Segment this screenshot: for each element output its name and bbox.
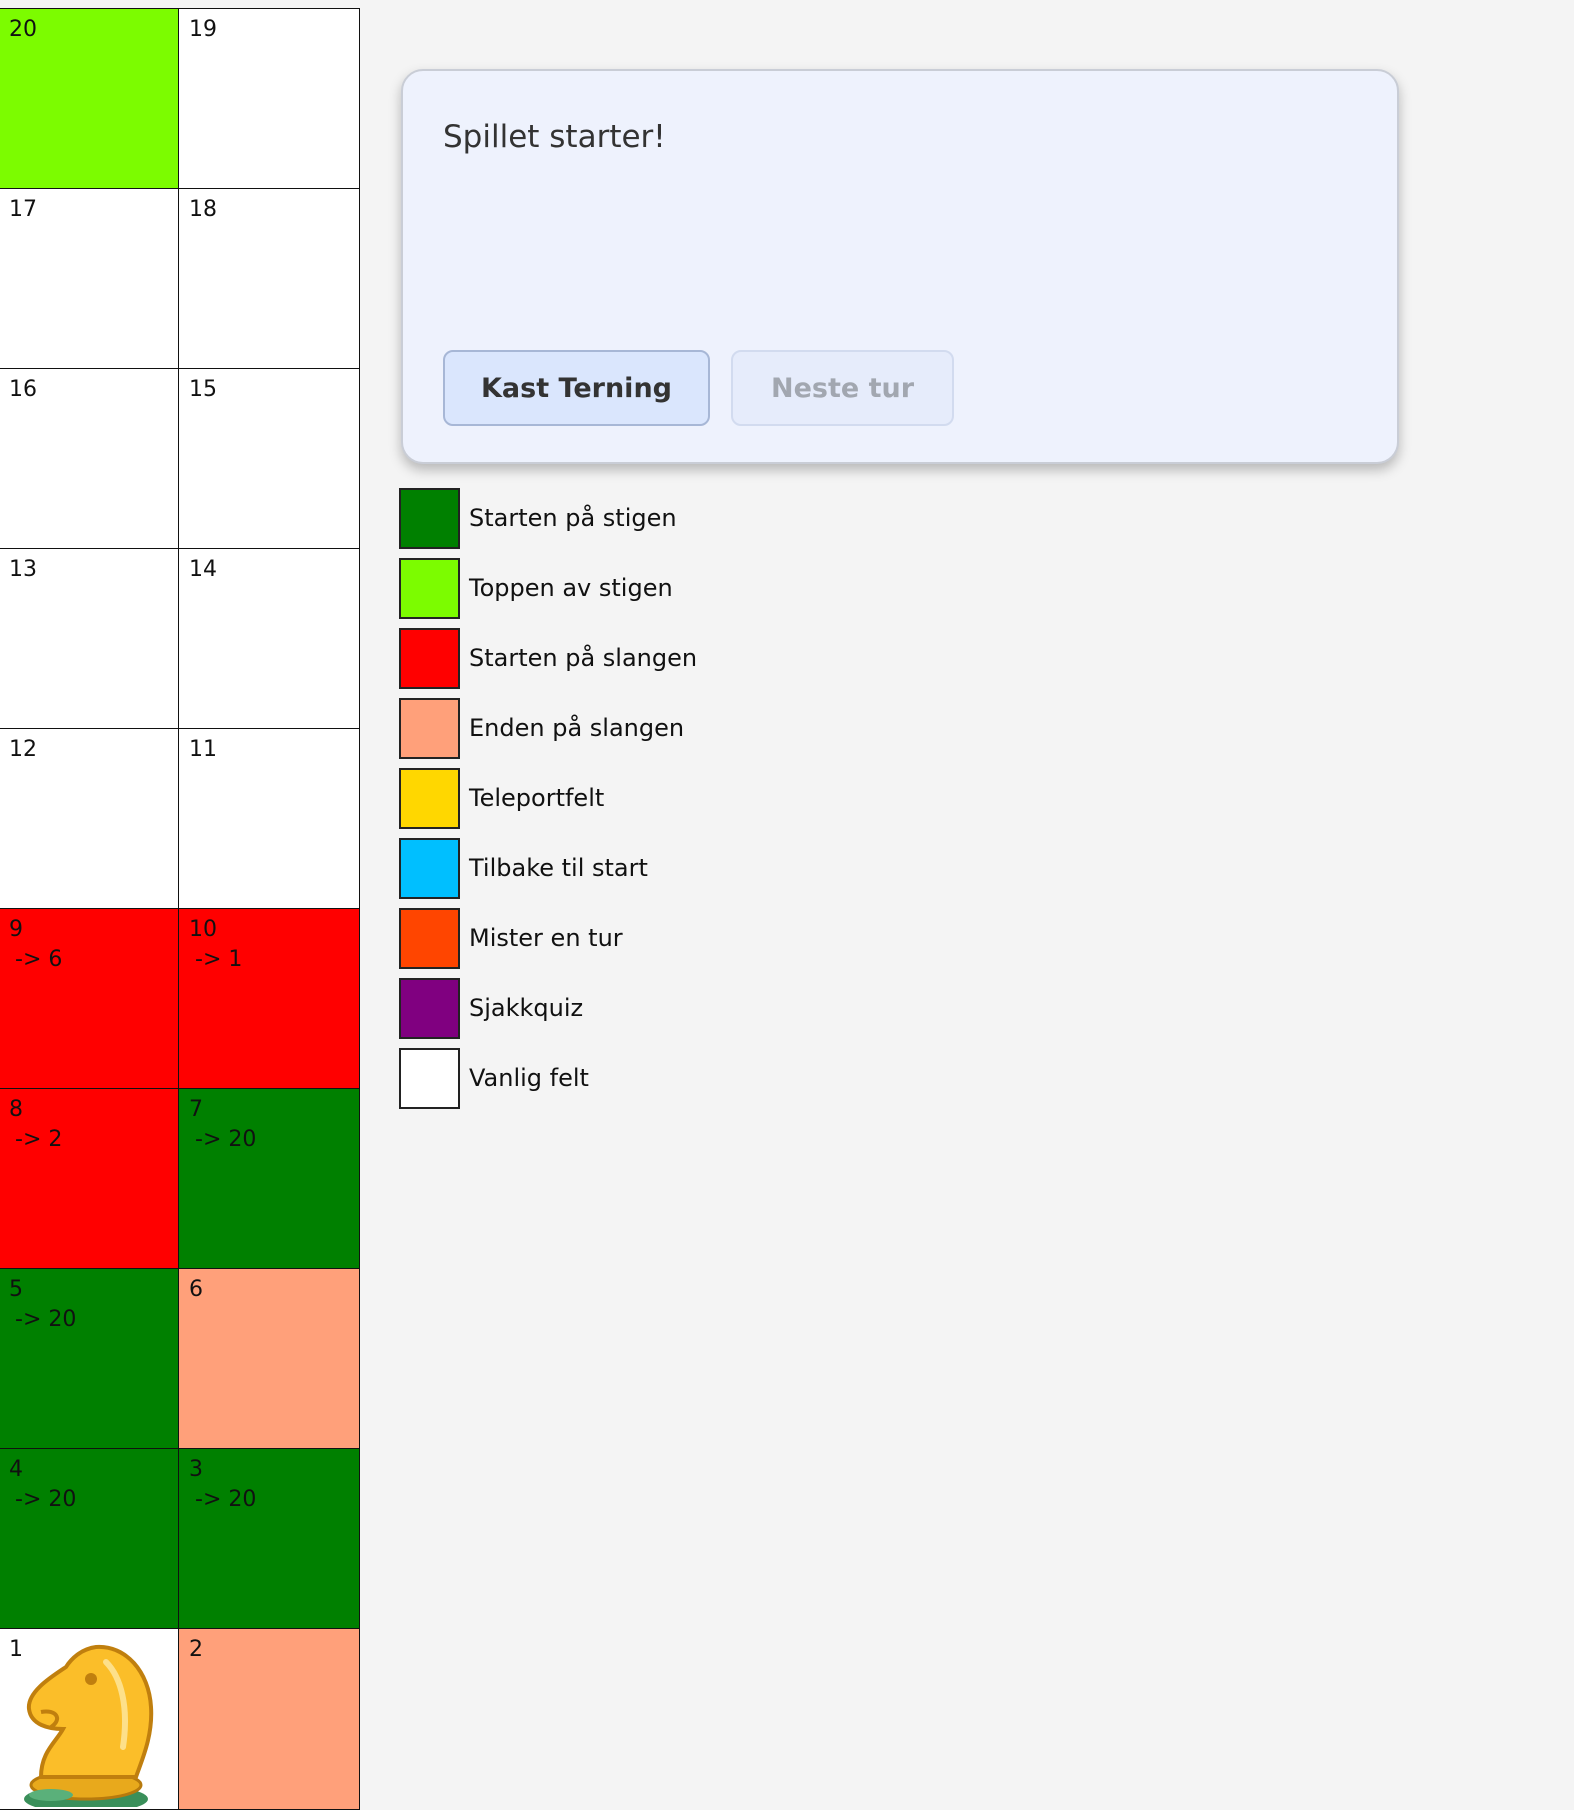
legend-item: Mister en tur — [399, 908, 799, 970]
legend-item: Toppen av stigen — [399, 558, 799, 620]
cell-number: 4 — [9, 1457, 23, 1482]
board-cell-4: 4 -> 20 — [0, 1448, 180, 1630]
legend-label: Starten på slangen — [469, 644, 698, 672]
legend-label: Tilbake til start — [469, 854, 648, 882]
board-cell-14: 14 — [178, 548, 360, 730]
next-turn-button[interactable]: Neste tur — [731, 350, 954, 426]
roll-dice-button[interactable]: Kast Terning — [443, 350, 710, 426]
legend-item: Enden på slangen — [399, 698, 799, 760]
board-cell-8: 8 -> 2 — [0, 1088, 180, 1270]
cell-number: 2 — [189, 1637, 203, 1662]
cell-jump-target: -> 20 — [195, 1487, 257, 1512]
cell-jump-target: -> 20 — [195, 1127, 257, 1152]
cell-number: 15 — [189, 377, 217, 402]
board-cell-2: 2 — [178, 1628, 360, 1810]
board-cell-12: 12 — [0, 728, 180, 910]
board-cell-3: 3 -> 20 — [178, 1448, 360, 1630]
legend-swatch — [399, 908, 460, 969]
cell-jump-target: -> 2 — [15, 1127, 63, 1152]
legend-swatch — [399, 558, 460, 619]
board-cell-17: 17 — [0, 188, 180, 370]
cell-jump-target: -> 20 — [15, 1307, 77, 1332]
board-cell-9: 9 -> 6 — [0, 908, 180, 1090]
cell-number: 9 — [9, 917, 23, 942]
legend-swatch — [399, 1048, 460, 1109]
cell-jump-target: -> 6 — [15, 947, 63, 972]
cell-number: 14 — [189, 557, 217, 582]
legend-swatch — [399, 768, 460, 829]
board-cell-20: 20 — [0, 8, 180, 190]
legend-swatch — [399, 628, 460, 689]
cell-number: 12 — [9, 737, 37, 762]
board-cell-10: 10 -> 1 — [178, 908, 360, 1090]
legend-label: Mister en tur — [469, 924, 623, 952]
cell-number: 5 — [9, 1277, 23, 1302]
cell-number: 8 — [9, 1097, 23, 1122]
knight-piece-icon[interactable] — [11, 1637, 161, 1809]
board-cell-11: 11 — [178, 728, 360, 910]
board-cell-19: 19 — [178, 8, 360, 190]
board-cell-1: 1 — [0, 1628, 180, 1810]
cell-number: 18 — [189, 197, 217, 222]
legend-label: Enden på slangen — [469, 714, 685, 742]
cell-number: 10 — [189, 917, 217, 942]
cell-jump-target: -> 1 — [195, 947, 243, 972]
game-board: 20 19 17 18 16 15 13 14 12 11 9 -> 6 10 -> 1 8 -> 2 7 -> … — [0, 8, 360, 1810]
legend-item: Vanlig felt — [399, 1048, 799, 1110]
legend-item: Starten på slangen — [399, 628, 799, 690]
legend-swatch — [399, 698, 460, 759]
legend-label: Toppen av stigen — [469, 574, 673, 602]
legend-item: Tilbake til start — [399, 838, 799, 900]
legend-swatch — [399, 978, 460, 1039]
legend-label: Sjakkquiz — [469, 994, 584, 1022]
cell-number: 13 — [9, 557, 37, 582]
legend-item: Teleportfelt — [399, 768, 799, 830]
board-cell-18: 18 — [178, 188, 360, 370]
board-cell-6: 6 — [178, 1268, 360, 1450]
legend-item: Sjakkquiz — [399, 978, 799, 1040]
cell-number: 20 — [9, 17, 37, 42]
board-cell-13: 13 — [0, 548, 180, 730]
cell-number: 6 — [189, 1277, 203, 1302]
legend-label: Teleportfelt — [469, 784, 605, 812]
cell-number: 17 — [9, 197, 37, 222]
cell-number: 16 — [9, 377, 37, 402]
legend-swatch — [399, 488, 460, 549]
legend-label: Starten på stigen — [469, 504, 677, 532]
board-cell-7: 7 -> 20 — [178, 1088, 360, 1270]
cell-number: 11 — [189, 737, 217, 762]
legend-label: Vanlig felt — [469, 1064, 589, 1092]
board-cell-5: 5 -> 20 — [0, 1268, 180, 1450]
legend-swatch — [399, 838, 460, 899]
cell-number: 3 — [189, 1457, 203, 1482]
status-message: Spillet starter! — [443, 119, 666, 155]
cell-number: 7 — [189, 1097, 203, 1122]
legend-item: Starten på stigen — [399, 488, 799, 550]
cell-jump-target: -> 20 — [15, 1487, 77, 1512]
control-panel: Spillet starter! Kast Terning Neste tur — [401, 69, 1399, 464]
board-cell-15: 15 — [178, 368, 360, 550]
board-cell-16: 16 — [0, 368, 180, 550]
cell-number: 19 — [189, 17, 217, 42]
